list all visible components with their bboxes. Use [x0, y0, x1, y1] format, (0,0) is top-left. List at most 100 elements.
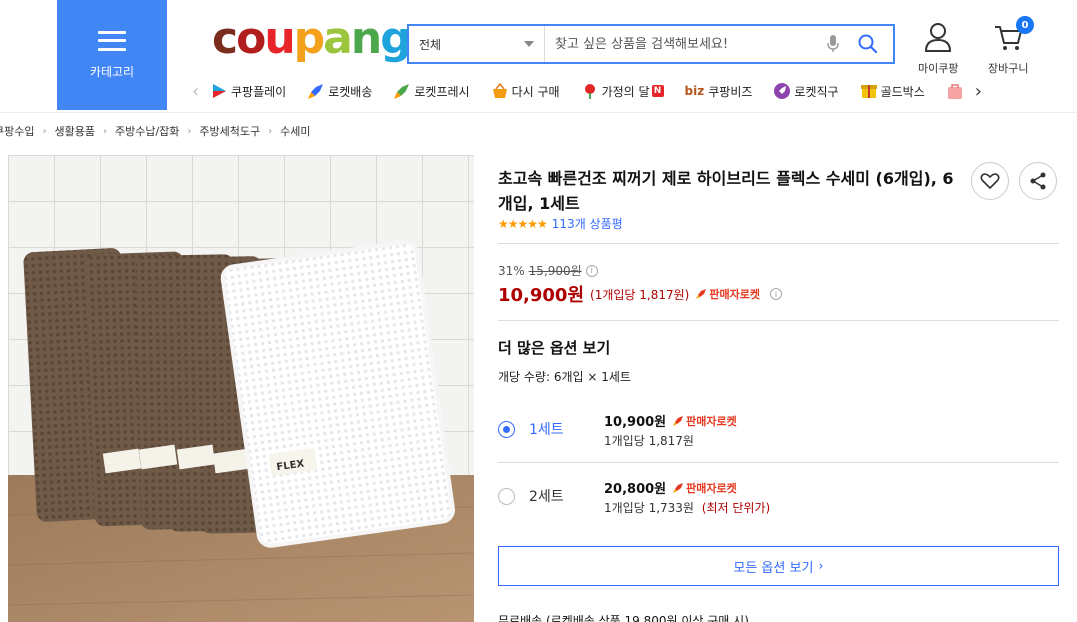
quick-link-family-month[interactable]: 가정의 달 N — [581, 82, 664, 100]
divider — [0, 112, 1077, 113]
rocket-icon — [673, 482, 684, 493]
rocket-icon — [696, 289, 707, 299]
breadcrumb-item[interactable]: 쿠팡수입 — [0, 123, 34, 139]
quick-link-label: 골드박스 — [880, 84, 925, 99]
option-unit-price: 1개입당 1,733원 — [604, 501, 694, 515]
option-1-set[interactable]: 1세트 10,900원 판매자로켓 1개입당 1,817원 — [498, 405, 1059, 461]
shipping-info: 무료배송 (로켓배송 상품 19,800원 이상 구매 시) — [498, 614, 749, 622]
option-name: 2세트 — [529, 489, 564, 505]
quick-link-label: 로켓배송 — [328, 84, 373, 99]
chevron-left-icon[interactable]: ‹ — [192, 81, 210, 102]
rating-row: ★★★★★ 113개 상품평 — [498, 215, 623, 232]
flower-icon — [584, 84, 595, 99]
chevron-right-icon[interactable]: › — [975, 81, 993, 102]
chevron-down-icon — [524, 41, 534, 47]
discount-row: 31% 15,900원 i — [498, 262, 598, 279]
option-price: 10,900원 — [604, 415, 667, 430]
heart-icon — [980, 173, 1000, 189]
quick-link-rebuy[interactable]: 다시 구매 — [491, 82, 560, 100]
quick-link-goldbox[interactable]: 골드박스 — [860, 82, 925, 100]
seller-rocket-badge: 판매자로켓 — [695, 286, 760, 302]
category-menu-button[interactable]: 카테고리 — [57, 0, 167, 110]
cart-button[interactable]: 0 장바구니 — [988, 16, 1034, 76]
option-unit-row: 1개입당 1,733원 (최저 단위가) — [604, 499, 770, 516]
breadcrumb-item[interactable]: 주방수납/잡화 — [115, 123, 179, 139]
unit-price: (1개입당 1,817원) — [590, 287, 690, 302]
quick-link-label: 로켓직구 — [794, 84, 839, 99]
cart-label: 장바구니 — [988, 62, 1029, 75]
breadcrumb: 쿠팡수입 › 생활용품 › 주방수납/잡화 › 주방세척도구 › 수세미 — [0, 123, 311, 139]
rocket-fresh-icon — [394, 84, 410, 99]
quick-link-rocket-fresh[interactable]: 로켓프레시 — [393, 82, 470, 100]
star-rating: ★★★★★ — [498, 216, 548, 231]
quick-link-label: 가정의 달 — [601, 84, 650, 99]
share-button[interactable] — [1019, 162, 1057, 200]
options-heading: 더 많은 옵션 보기 — [498, 339, 611, 357]
quick-link-rocket-global[interactable]: 로켓직구 — [773, 82, 839, 100]
option-unit-price: 1개입당 1,817원 — [604, 434, 694, 448]
search-category-select[interactable]: 전체 — [409, 26, 545, 62]
all-options-button[interactable]: 모든 옵션 보기 › — [498, 546, 1059, 586]
option-price-row: 10,900원 판매자로켓 — [604, 411, 737, 431]
microphone-icon[interactable] — [823, 33, 843, 55]
coupang-logo[interactable]: coupang — [212, 14, 412, 64]
rocket-global-icon — [774, 83, 791, 99]
shopping-bag-icon — [947, 84, 962, 99]
product-title: 초고속 빠른건조 찌꺼기 제로 하이브리드 플렉스 수세미 (6개입), 6개입… — [498, 169, 954, 213]
product-image[interactable]: FLEX — [8, 155, 474, 622]
chevron-right-icon: › — [268, 125, 273, 137]
quick-link-label: 로켓프레시 — [414, 84, 470, 99]
option-price-row: 20,800원 판매자로켓 — [604, 478, 737, 498]
seller-rocket-badge: 판매자로켓 — [672, 413, 737, 429]
seller-rocket-badge: 판매자로켓 — [672, 480, 737, 496]
lowest-unit-price-note: (최저 단위가) — [701, 501, 771, 515]
category-label: 카테고리 — [89, 64, 135, 79]
discount-rate: 31% — [498, 263, 525, 278]
breadcrumb-item[interactable]: 생활용품 — [54, 123, 94, 139]
goldbox-icon — [860, 85, 877, 98]
search-bar: 전체 — [407, 24, 895, 64]
divider — [498, 320, 1059, 321]
cart-count-badge: 0 — [1016, 16, 1034, 34]
info-icon[interactable]: i — [585, 264, 598, 277]
share-icon — [1030, 172, 1046, 190]
search-category-value: 전체 — [419, 37, 442, 52]
sale-price: 10,900원 — [498, 285, 585, 306]
rocket-icon — [673, 415, 684, 426]
search-icon[interactable] — [855, 31, 881, 57]
search-input[interactable] — [545, 26, 823, 62]
chevron-right-icon: › — [102, 125, 107, 137]
price-row: 10,900원 (1개입당 1,817원) 판매자로켓 i — [498, 281, 782, 307]
quick-link-coupang-play[interactable]: 쿠팡플레이 — [210, 82, 286, 100]
wishlist-button[interactable] — [971, 162, 1009, 200]
seller-rocket-label: 판매자로켓 — [709, 288, 760, 301]
divider — [498, 462, 1059, 463]
original-price: 15,900원 — [528, 264, 582, 278]
chevron-right-icon: › — [42, 125, 47, 137]
basket-icon — [492, 82, 507, 98]
info-icon[interactable]: i — [769, 288, 782, 300]
divider — [498, 243, 1059, 244]
breadcrumb-item[interactable]: 주방세척도구 — [199, 123, 260, 139]
quick-link-more[interactable] — [946, 82, 967, 100]
option-price: 20,800원 — [604, 482, 667, 497]
review-count-link[interactable]: 113개 상품평 — [552, 215, 623, 232]
quantity-info: 개당 수량: 6개입 × 1세트 — [498, 370, 631, 384]
quick-link-rocket[interactable]: 로켓배송 — [307, 82, 372, 100]
quick-link-label: 다시 구매 — [511, 84, 560, 99]
hamburger-icon — [98, 30, 126, 51]
option-radio[interactable] — [498, 488, 515, 505]
my-coupang-button[interactable]: 마이쿠팡 — [918, 22, 958, 76]
biz-icon: biz — [684, 84, 705, 98]
chevron-right-icon: › — [187, 125, 192, 137]
option-2-set[interactable]: 2세트 20,800원 판매자로켓 1개입당 1,733원 (최저 단위가) — [498, 472, 1059, 528]
option-radio-selected[interactable] — [498, 421, 515, 438]
new-badge: N — [651, 85, 664, 97]
chevron-right-icon: › — [818, 558, 824, 574]
quick-links-bar: ‹ 쿠팡플레이 로켓배송 로켓프레시 다시 구매 가정의 달 N biz 쿠팡비… — [192, 78, 993, 104]
quick-link-label: 쿠팡플레이 — [231, 84, 287, 99]
quick-link-coupang-biz[interactable]: biz 쿠팡비즈 — [685, 83, 753, 100]
seller-rocket-label: 판매자로켓 — [686, 414, 737, 428]
quick-link-label: 쿠팡비즈 — [708, 84, 753, 99]
breadcrumb-item[interactable]: 수세미 — [280, 123, 310, 139]
